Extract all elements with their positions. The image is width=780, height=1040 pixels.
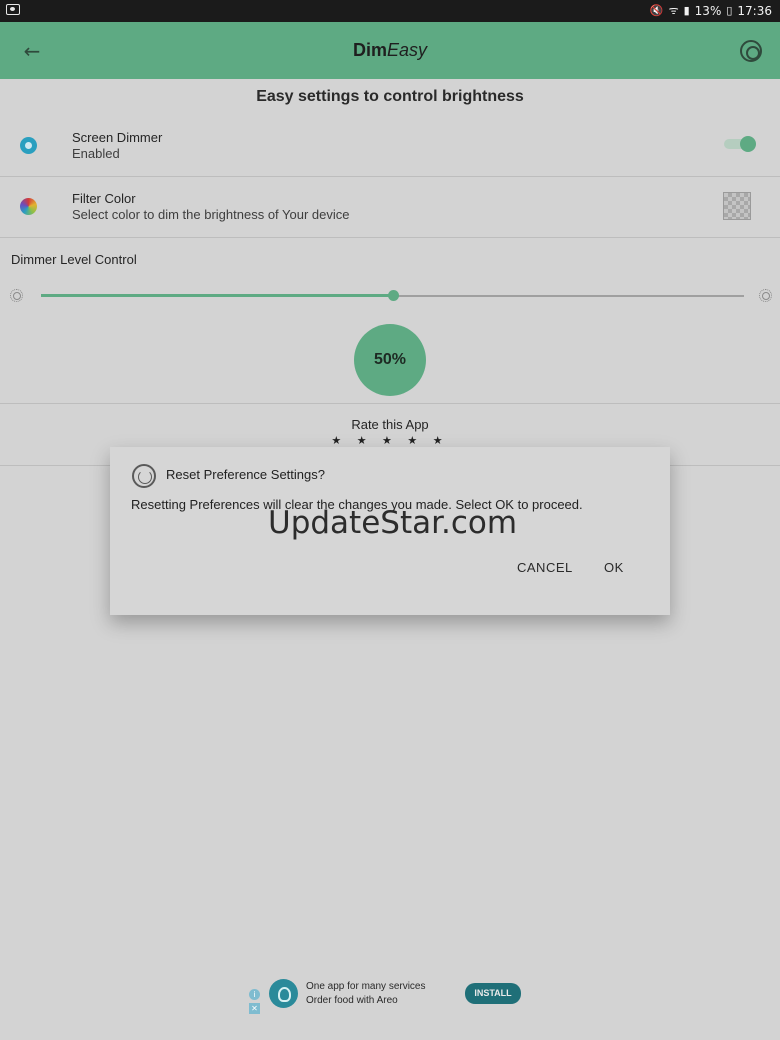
screenshot-icon bbox=[6, 4, 20, 15]
status-indicators: 🔇 ᯤ ▮ 13% ▯ 17:36 bbox=[650, 3, 772, 18]
ad-info-icon[interactable]: i bbox=[249, 989, 260, 1000]
app-title-italic: Easy bbox=[386, 40, 428, 60]
ad-headline: One app for many services bbox=[306, 981, 426, 992]
app-title: DimEasy bbox=[0, 40, 780, 61]
wifi-icon: ᯤ bbox=[668, 4, 679, 17]
divider bbox=[0, 403, 780, 404]
filter-color-row[interactable]: Filter Color Select color to dim the bri… bbox=[0, 177, 780, 238]
screen-dimmer-toggle[interactable] bbox=[724, 136, 756, 152]
install-button[interactable]: INSTALL bbox=[465, 983, 521, 1004]
brightness-low-icon bbox=[10, 289, 23, 302]
dimmer-level-percent: 50% bbox=[354, 324, 426, 396]
toggle-thumb bbox=[740, 136, 756, 152]
ad-subline: Order food with Areo bbox=[306, 995, 398, 1006]
brightness-high-icon bbox=[759, 289, 772, 302]
slider-thumb[interactable] bbox=[387, 290, 399, 301]
ad-banner[interactable]: i ✕ One app for many services Order food… bbox=[246, 977, 531, 1019]
watermark: UpdateStar.com bbox=[268, 505, 518, 541]
reset-preferences-dialog: Reset Preference Settings? Resetting Pre… bbox=[110, 447, 670, 615]
clock: 17:36 bbox=[737, 3, 772, 18]
filter-color-title: Filter Color bbox=[72, 191, 136, 206]
battery-icon: ▯ bbox=[726, 4, 733, 17]
dimmer-level-label: Dimmer Level Control bbox=[11, 252, 137, 267]
page-headline: Easy settings to control brightness bbox=[256, 88, 524, 105]
rating-stars[interactable]: ★ ★ ★ ★ ★ bbox=[0, 434, 780, 447]
dialog-title: Reset Preference Settings? bbox=[166, 467, 325, 482]
rate-app-label[interactable]: Rate this App bbox=[0, 417, 780, 432]
screen-dimmer-row[interactable]: Screen Dimmer Enabled bbox=[0, 117, 780, 177]
reset-icon bbox=[132, 464, 156, 488]
screen-dimmer-title: Screen Dimmer bbox=[72, 130, 163, 145]
reset-icon[interactable] bbox=[740, 40, 762, 62]
status-bar: 🔇 ᯤ ▮ 13% ▯ 17:36 bbox=[0, 0, 780, 22]
cancel-button[interactable]: CANCEL bbox=[517, 560, 573, 575]
app-bar: ← DimEasy bbox=[0, 22, 780, 79]
filter-color-swatch[interactable] bbox=[723, 192, 751, 220]
battery-percent: 13% bbox=[694, 3, 722, 18]
sun-icon bbox=[20, 137, 37, 154]
filter-color-subtitle: Select color to dim the brightness of Yo… bbox=[72, 207, 350, 222]
app-title-bold: Dim bbox=[352, 40, 387, 60]
color-wheel-icon bbox=[20, 198, 37, 215]
mute-icon: 🔇 bbox=[649, 4, 664, 17]
ok-button[interactable]: OK bbox=[604, 560, 624, 575]
dimmer-level-slider[interactable] bbox=[41, 290, 744, 301]
signal-icon: ▮ bbox=[683, 4, 690, 17]
app-logo-icon bbox=[269, 979, 298, 1008]
ad-badges: i ✕ bbox=[249, 989, 260, 1015]
slider-fill bbox=[41, 294, 393, 297]
ad-close-icon[interactable]: ✕ bbox=[249, 1003, 260, 1014]
screen-dimmer-status: Enabled bbox=[72, 146, 120, 161]
